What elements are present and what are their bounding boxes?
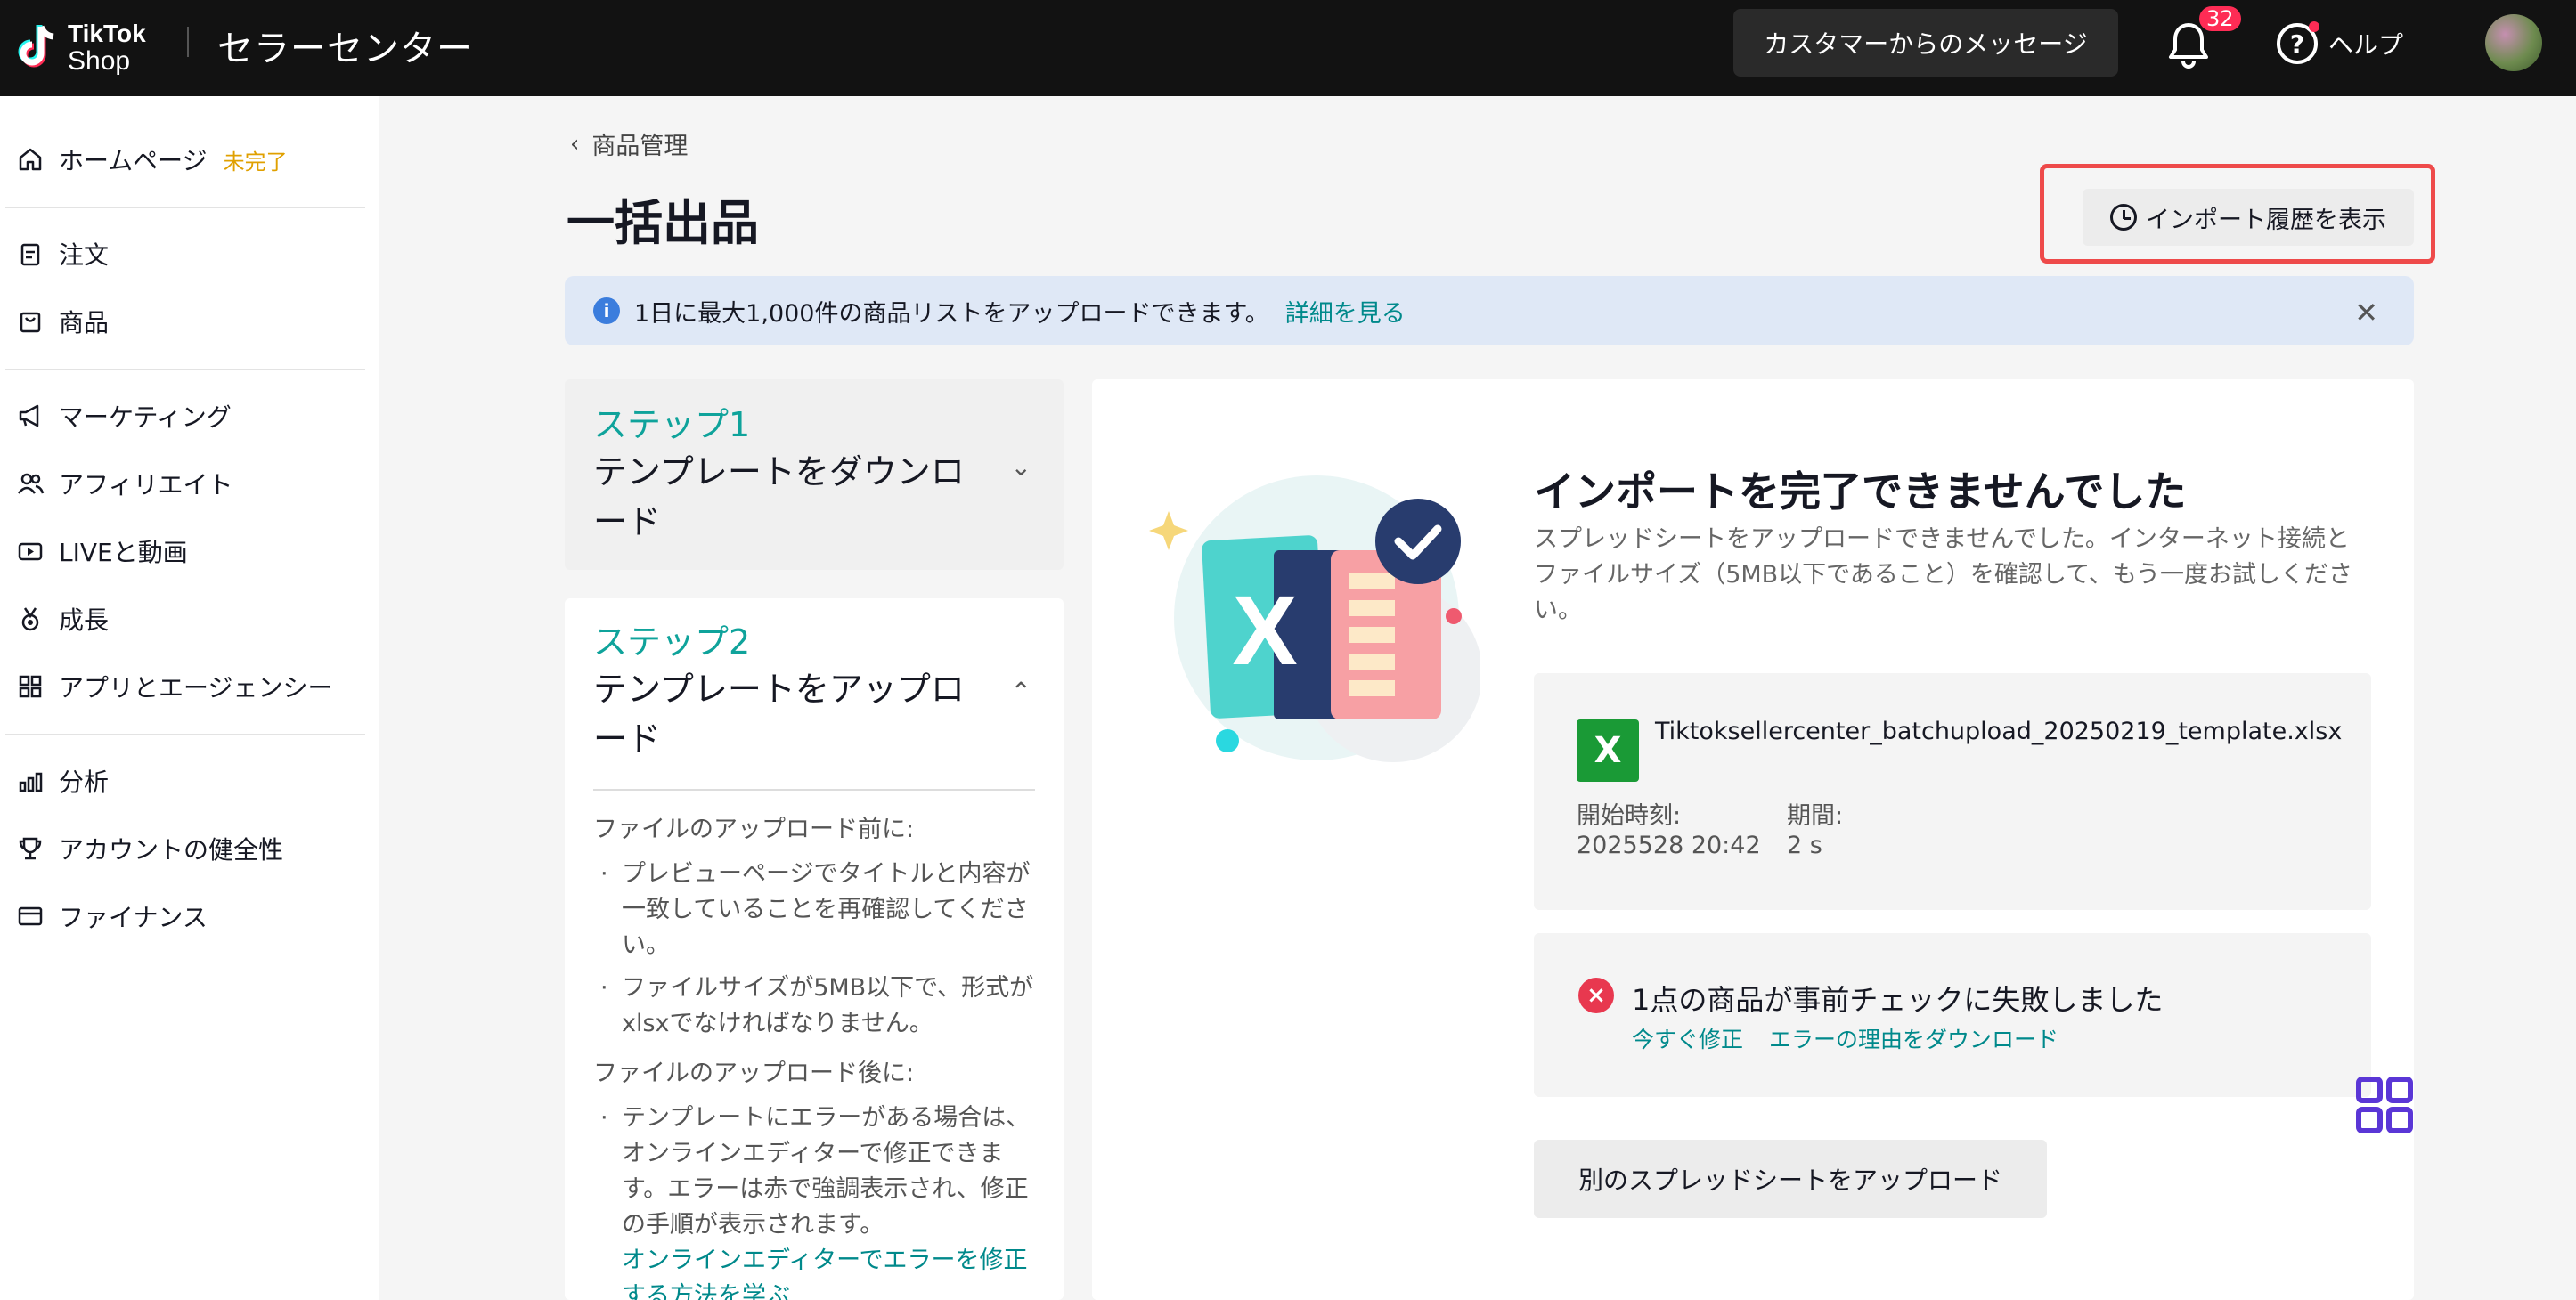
spreadsheet-illustration-icon: X [1149,475,1480,762]
sidebar-item-analytics[interactable]: 分析 [0,759,379,803]
header-divider [187,27,189,57]
after-upload-item-text: テンプレートにエラーがある場合は、オンラインエディターで修正できます。エラーは赤… [622,1104,1031,1239]
sidebar-divider [5,369,365,370]
sidebar-item-label: マーケティング [59,402,232,432]
duration-label: 期間: [1787,802,1844,830]
card-icon [18,906,43,926]
page-title: 一括出品 [567,195,759,251]
clock-icon [2110,204,2137,231]
sidebar-item-label: アプリとエージェンシー [59,673,333,703]
logo-line2: Shop [68,46,131,76]
clipboard-icon [20,243,40,266]
excel-file-icon: X [1577,719,1639,782]
logo-wordmark: TikTok Shop [68,21,146,75]
question-icon: ? [2277,21,2319,64]
avatar[interactable] [2485,14,2542,71]
sidebar-item-label: 分析 [59,768,110,797]
sidebar-item-home[interactable]: ホームページ 未完了 [0,137,379,182]
sidebar-item-account-health[interactable]: アカウントの健全性 [0,826,379,871]
incomplete-tag: 未完了 [223,149,288,175]
megaphone-icon [19,404,39,427]
sidebar-item-label: LIVEと動画 [59,538,188,567]
sidebar-item-apps-agencies[interactable]: アプリとエージェンシー [0,664,379,709]
view-import-history-button[interactable]: インポート履歴を表示 [2083,189,2414,246]
sidebar-item-finance[interactable]: ファイナンス [0,894,379,938]
chevron-up-icon[interactable]: ⌃ [1011,677,1031,706]
sidebar-item-label: アフィリエイト [59,470,233,500]
result-title: インポートを完了できませんでした [1534,467,2187,516]
top-bar: TikTok Shop セラーセンター カスタマーからのメッセージ 32 ? ヘ… [0,0,2576,96]
upload-another-spreadsheet-button[interactable]: 別のスプレッドシートをアップロード [1534,1140,2047,1218]
svg-text:X: X [1232,576,1297,686]
fix-now-link[interactable]: 今すぐ修正 [1632,1022,1743,1054]
info-banner: i 1日に最大1,000件の商品リストをアップロードできます。 詳細を見る ✕ [565,276,2414,345]
chevron-down-icon[interactable]: ⌄ [1011,452,1031,482]
file-info-box: X Tiktoksellercenter_batchupload_2025021… [1534,673,2371,910]
banner-text: 1日に最大1,000件の商品リストをアップロードできます。 [634,299,1269,328]
sidebar-item-label: アカウントの健全性 [59,835,284,865]
step1-title: テンプレートをダウンロード [593,452,965,541]
trophy-icon [19,837,42,860]
after-upload-heading: ファイルのアップロード後に: [593,1060,915,1087]
medal-icon [21,607,39,631]
learn-more-link[interactable]: 詳細を見る [1285,294,1406,329]
sidebar-item-label: ホームページ [59,146,208,175]
view-import-history-label: インポート履歴を表示 [2146,206,2386,234]
help-dot [2309,21,2319,32]
file-name: Tiktoksellercenter_batchupload_20250219_… [1655,718,2343,745]
sidebar-item-marketing[interactable]: マーケティング [0,394,379,438]
error-x-icon: × [1578,978,1614,1013]
home-icon [19,148,42,171]
step2-panel: ステップ2 テンプレートをアップロード ⌃ ファイルのアップロード前に: プレビ… [565,598,1064,1300]
step1-number: ステップ1 [593,405,751,444]
result-description: スプレッドシートをアップロードできませんでした。インターネット接続とファイルサイ… [1534,525,2352,624]
app-title: セラーセンター [217,28,473,69]
sidebar-item-label: ファイナンス [59,903,208,932]
breadcrumb[interactable]: ‹ 商品管理 [570,126,688,161]
logo-line1: TikTok [68,20,146,47]
sidebar-item-label: 商品 [59,308,110,337]
start-time-label: 開始時刻: [1577,802,1682,830]
sidebar-item-label: 注文 [59,240,110,270]
breadcrumb-product-management: 商品管理 [591,133,689,160]
tiktok-logo-icon [18,25,54,68]
sidebar-item-orders[interactable]: 注文 [0,232,379,276]
sidebar-item-growth[interactable]: 成長 [0,597,379,641]
sidebar-item-products[interactable]: 商品 [0,299,379,344]
video-icon [18,542,43,561]
step1-panel[interactable]: ステップ1 テンプレートをダウンロード ⌄ [565,379,1064,570]
step2-title: テンプレートをアップロード [593,670,965,759]
download-error-reasons-link[interactable]: エラーの理由をダウンロード [1769,1022,2058,1054]
grid-apps-icon[interactable] [2355,1076,2414,1134]
error-summary-box: × 1点の商品が事前チェックに失敗しました 今すぐ修正 エラーの理由をダウンロー… [1534,933,2371,1097]
start-time-value: 2025528 20:42 [1577,832,1761,859]
customer-messages-button[interactable]: カスタマーからのメッセージ [1733,9,2118,77]
notification-badge: 32 [2197,4,2244,34]
help-button[interactable]: ? ヘルプ [2277,21,2403,66]
chevron-left-icon: ‹ [570,130,580,158]
tiktok-shop-logo[interactable]: TikTok Shop [14,12,166,84]
help-label: ヘルプ [2328,30,2404,60]
close-icon[interactable]: ✕ [2354,296,2378,329]
apps-icon [19,675,42,698]
people-icon [18,473,45,494]
sidebar-item-affiliate[interactable]: アフィリエイト [0,461,379,506]
after-upload-item: テンプレートにエラーがある場合は、オンラインエディターで修正できます。エラーは赤… [600,1101,1037,1300]
sidebar-divider [5,207,365,208]
duration-value: 2 s [1787,832,1822,859]
step2-divider [593,789,1035,791]
sidebar: ホームページ 未完了 注文 商品 マーケティング アフィリエイト LIVEと動画… [0,96,379,1300]
sidebar-item-live-video[interactable]: LIVEと動画 [0,529,379,573]
before-upload-heading: ファイルのアップロード前に: [593,816,915,843]
sidebar-item-label: 成長 [59,605,110,635]
info-icon: i [593,297,620,324]
before-upload-item: ファイルサイズが5MB以下で、形式がxlsxでなければなりません。 [600,971,1037,1042]
online-editor-help-link[interactable]: オンラインエディターでエラーを修正する方法を学ぶ [622,1247,1028,1300]
bag-icon [20,312,41,333]
step2-number: ステップ2 [593,622,751,662]
before-upload-item: プレビューページでタイトルと内容が一致していることを再確認してください。 [600,857,1037,963]
sidebar-divider [5,734,365,735]
error-title: 1点の商品が事前チェックに失敗しました [1632,983,2164,1017]
chart-icon [19,772,43,792]
